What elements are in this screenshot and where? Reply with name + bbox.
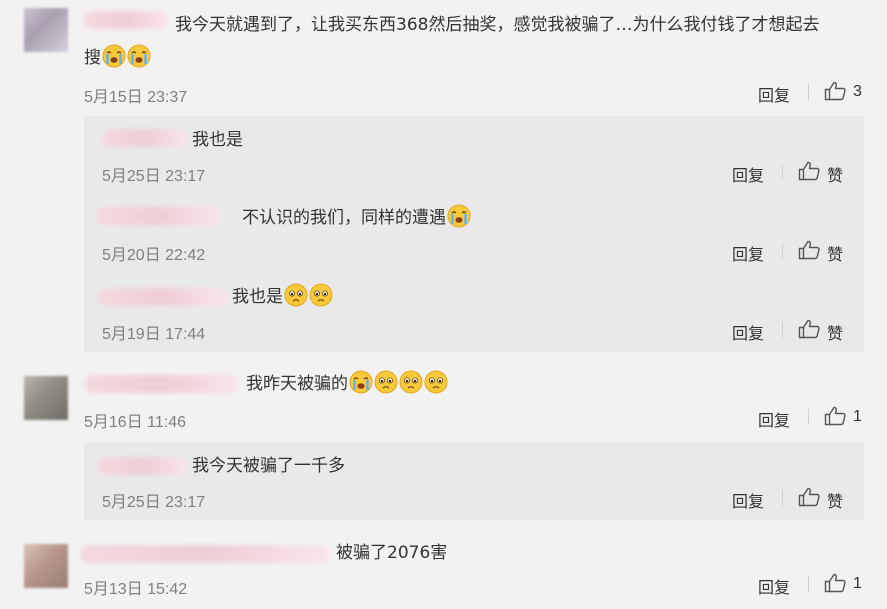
reply-timestamp: 5月20日 22:42 [102, 247, 206, 264]
like-button[interactable]: 赞 [827, 162, 843, 186]
reply-button[interactable]: 回复 [732, 320, 764, 344]
comment-text-line2: 搜 [84, 43, 151, 73]
divider [808, 409, 809, 425]
reply-button[interactable]: 回复 [732, 162, 764, 186]
thumbs-up-icon[interactable] [824, 406, 846, 426]
avatar[interactable] [24, 544, 68, 588]
username-blurred[interactable] [102, 129, 188, 147]
sad-emoji-icon [284, 283, 308, 307]
like-count: 1 [853, 575, 862, 592]
reply-text: 我今天被骗了一千多 [192, 456, 345, 476]
divider [782, 322, 783, 338]
comment-text: 我今天就遇到了，让我买东西368然后抽奖，感觉我被骗了…为什么我付钱了才想起去 [175, 15, 820, 35]
sad-emoji-icon [424, 370, 448, 394]
divider [808, 84, 809, 100]
reply-text: 不认识的我们，同样的遭遇 [242, 203, 471, 233]
avatar[interactable] [24, 376, 68, 420]
comment-text: 被骗了2076害 [336, 543, 448, 563]
username-blurred[interactable] [98, 288, 228, 306]
comment-timestamp: 5月16日 11:46 [84, 414, 186, 431]
like-button[interactable]: 赞 [827, 488, 843, 512]
thumbs-up-icon[interactable] [798, 240, 820, 260]
divider [782, 243, 783, 259]
username-blurred[interactable] [80, 545, 330, 563]
sad-emoji-icon [399, 370, 423, 394]
reply-button[interactable]: 回复 [758, 574, 790, 598]
thumbs-up-icon[interactable] [798, 319, 820, 339]
crying-emoji-icon [102, 44, 126, 68]
sad-emoji-icon [309, 283, 333, 307]
reply-button[interactable]: 回复 [758, 407, 790, 431]
reply-timestamp: 5月25日 23:17 [102, 168, 206, 185]
comment-timestamp: 5月13日 15:42 [84, 581, 188, 598]
reply-timestamp: 5月25日 23:17 [102, 494, 206, 511]
comment-text: 我昨天被骗的 [246, 369, 448, 399]
reply-text: 我也是 [192, 130, 243, 150]
crying-emoji-icon [349, 370, 373, 394]
sad-emoji-icon [374, 370, 398, 394]
reply-button[interactable]: 回复 [732, 241, 764, 265]
reply-text: 我也是 [232, 282, 333, 312]
thumbs-up-icon[interactable] [798, 161, 820, 181]
username-blurred[interactable] [96, 207, 222, 225]
divider [782, 490, 783, 506]
reply-button[interactable]: 回复 [732, 488, 764, 512]
username-blurred[interactable] [84, 11, 168, 29]
like-button[interactable]: 赞 [827, 241, 843, 265]
reply-button[interactable]: 回复 [758, 82, 790, 106]
like-button[interactable]: 赞 [827, 320, 843, 344]
like-count: 1 [853, 408, 862, 425]
crying-emoji-icon [447, 204, 471, 228]
username-blurred[interactable] [84, 375, 240, 393]
crying-emoji-icon [127, 44, 151, 68]
thumbs-up-icon[interactable] [824, 573, 846, 593]
reply-thread: 我也是 5月25日 23:17 回复 赞 不认识的我们，同样的遭遇 5月20日 … [84, 116, 864, 352]
divider [808, 576, 809, 592]
avatar[interactable] [24, 8, 68, 52]
divider [782, 164, 783, 180]
reply-timestamp: 5月19日 17:44 [102, 326, 206, 343]
thumbs-up-icon[interactable] [798, 487, 820, 507]
reply-thread: 我今天被骗了一千多 5月25日 23:17 回复 赞 [84, 442, 864, 520]
like-count: 3 [853, 83, 862, 100]
comment-timestamp: 5月15日 23:37 [84, 89, 188, 106]
thumbs-up-icon[interactable] [824, 81, 846, 101]
username-blurred[interactable] [98, 457, 188, 475]
